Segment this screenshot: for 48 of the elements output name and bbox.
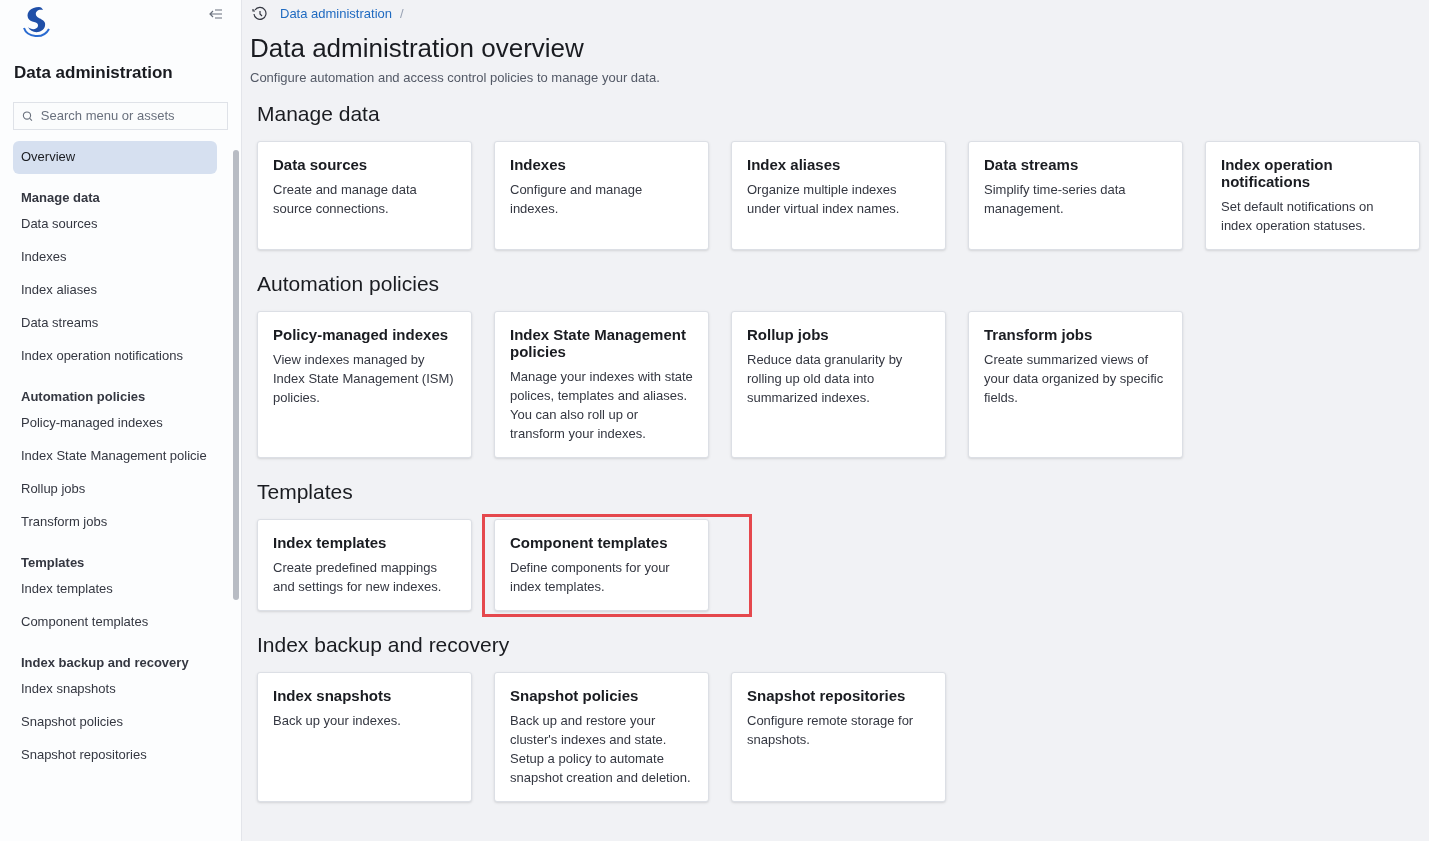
- section-title: Templates: [257, 478, 354, 505]
- overview-card[interactable]: Indexes Configure and manage indexes.: [494, 140, 709, 250]
- overview-card[interactable]: Rollup jobs Reduce data granularity by rolling up old data into summarized indexes.: [731, 310, 946, 458]
- overview-card[interactable]: Index operation notifications Set default notifications on index operation statuses.: [1205, 140, 1420, 250]
- nav-group-title: Automation policies: [20, 387, 147, 406]
- overview-card[interactable]: Snapshot repositories Configure remote storage for snapshots.: [731, 671, 946, 802]
- overview-card[interactable]: Index aliases Organize multiple indexes under virtual index names.: [731, 140, 946, 250]
- history-icon: [252, 6, 268, 22]
- nav-item[interactable]: Data streams: [13, 306, 217, 340]
- nav-item[interactable]: Component templates: [13, 605, 217, 639]
- nav-group-title: Templates: [20, 553, 86, 572]
- breadcrumb-link[interactable]: Data administration: [280, 4, 392, 24]
- collapse-icon[interactable]: [209, 8, 223, 20]
- nav-group-title: Manage data: [20, 188, 101, 207]
- nav-item[interactable]: Index aliases: [13, 273, 217, 307]
- nav-item[interactable]: Snapshot repositories: [13, 738, 217, 772]
- nav-item[interactable]: Rollup jobs: [13, 472, 217, 506]
- breadcrumb-separator: /: [400, 5, 404, 24]
- overview-card[interactable]: Data sources Create and manage data source connections.: [257, 140, 472, 250]
- nav-item[interactable]: Data sources: [13, 207, 217, 241]
- section-title: Automation policies: [257, 270, 441, 297]
- section-title: Index backup and recovery: [257, 631, 511, 658]
- overview-card[interactable]: Component templates Define components for your index templates.: [494, 518, 709, 611]
- nav-item[interactable]: Snapshot policies: [13, 705, 217, 739]
- page-subtitle: Configure automation and access control policies to manage your data.: [250, 69, 661, 87]
- nav-group-title: Index backup and recovery: [20, 653, 190, 672]
- overview-card[interactable]: Data streams Simplify time-series data management.: [968, 140, 1183, 250]
- search-field[interactable]: Search menu or assets: [13, 101, 228, 130]
- nav-item[interactable]: Transform jobs: [13, 505, 217, 539]
- logo-icon: [21, 6, 51, 38]
- overview-card[interactable]: Index snapshots Back up your indexes.: [257, 671, 472, 802]
- nav-item[interactable]: Index operation notifications: [13, 339, 217, 373]
- page-title: Data administration overview: [250, 32, 585, 64]
- sidebar-title: Data administration: [13, 62, 174, 84]
- nav-item[interactable]: Index templates: [13, 572, 217, 606]
- overview-card[interactable]: Transform jobs Create summarized views of your data organized by specific fields.: [968, 310, 1183, 458]
- overview-card[interactable]: Index State Management policies Manage your indexes with state polices, templates and aliases. You can also roll up or transform your indexes.: [494, 310, 709, 458]
- overview-card[interactable]: Policy-managed indexes View indexes managed by Index State Management (ISM) policies.: [257, 310, 472, 458]
- overview-card[interactable]: Index templates Create predefined mappings and settings for new indexes.: [257, 518, 472, 611]
- nav-item[interactable]: Overview: [13, 140, 217, 174]
- overview-card[interactable]: Snapshot policies Back up and restore your cluster's indexes and state. Setup a policy to automate snapshot creation and deletion.: [494, 671, 709, 802]
- nav-item[interactable]: Index State Management policie: [13, 439, 217, 473]
- nav-item[interactable]: Indexes: [13, 240, 217, 274]
- section-title: Manage data: [257, 100, 381, 127]
- nav-item[interactable]: Index snapshots: [13, 672, 217, 706]
- nav-item[interactable]: Policy-managed indexes: [13, 406, 217, 440]
- search-input[interactable]: Search menu or assets: [40, 105, 219, 126]
- search-icon: [22, 109, 33, 122]
